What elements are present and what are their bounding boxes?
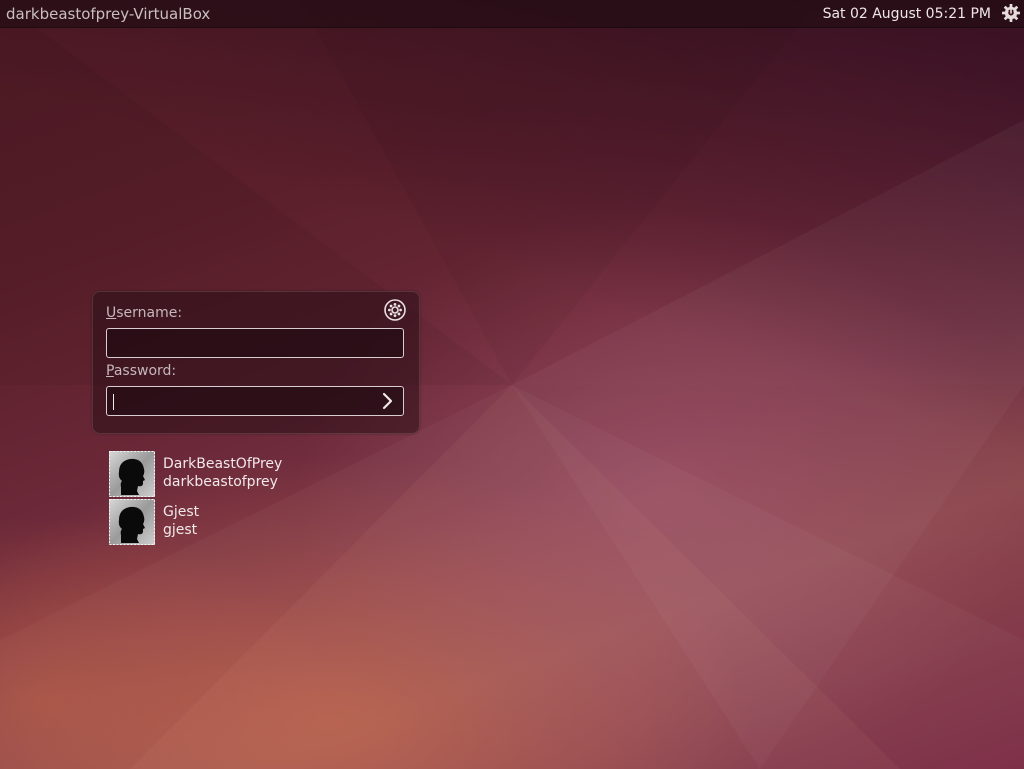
user-list-item[interactable]: DarkBeastOfPrey darkbeastofprey (108, 451, 368, 497)
username-label: Username: (106, 305, 182, 321)
user-display-name: DarkBeastOfPrey (163, 456, 283, 472)
username-input[interactable] (107, 329, 403, 357)
password-field (106, 386, 404, 416)
username-label-accel: U (106, 305, 117, 321)
login-screen: darkbeastofprey-VirtualBox Sat 02 August… (0, 0, 1024, 769)
gear-icon[interactable] (383, 298, 407, 322)
user-login-name: darkbeastofprey (163, 474, 278, 490)
user-silhouette-icon (109, 499, 155, 545)
chevron-right-icon[interactable] (377, 391, 397, 411)
user-silhouette-icon (109, 451, 155, 497)
password-label: Password: (106, 363, 176, 379)
login-box: Username: Password: (92, 291, 420, 434)
user-login-name: gjest (163, 522, 198, 538)
password-label-accel: P (106, 363, 114, 379)
text-caret (113, 394, 114, 410)
username-label-text: sername: (116, 305, 183, 321)
hostname-label: darkbeastofprey-VirtualBox (6, 5, 211, 23)
clock[interactable]: Sat 02 August 05:21 PM (823, 6, 991, 22)
password-label-text: assword: (113, 363, 177, 379)
power-icon[interactable] (1001, 3, 1021, 23)
user-list-item[interactable]: Gjest gjest (108, 499, 368, 545)
top-panel: darkbeastofprey-VirtualBox Sat 02 August… (0, 0, 1024, 28)
user-display-name: Gjest (163, 504, 200, 520)
password-input[interactable] (107, 387, 403, 415)
username-field (106, 328, 404, 358)
